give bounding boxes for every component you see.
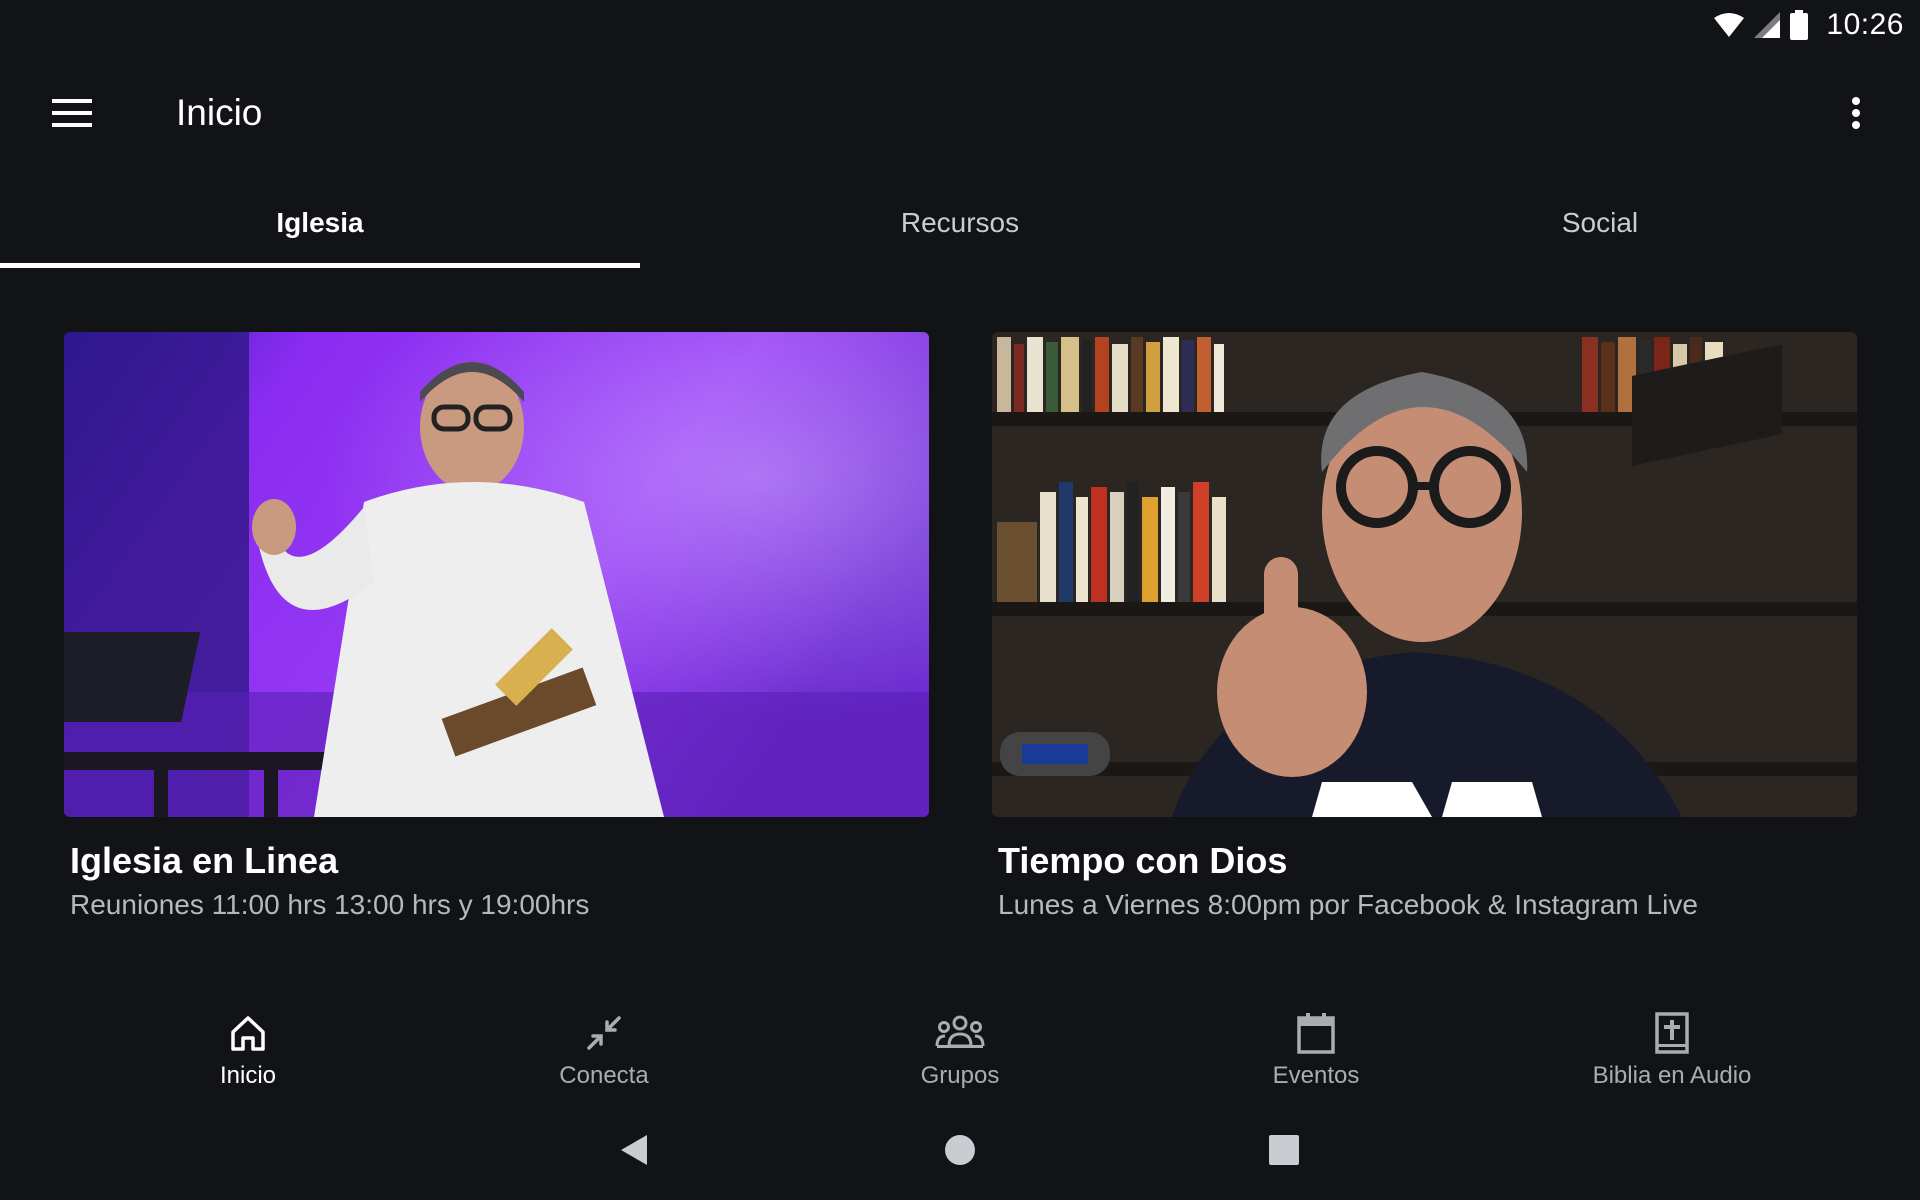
back-triangle-icon [621,1135,647,1165]
wifi-icon [1714,12,1745,38]
status-bar: 10:26 [0,0,1920,49]
cell-signal-icon [1754,12,1781,38]
card-tiempo-con-dios[interactable]: Tiempo con Dios Lunes a Viernes 8:00pm p… [992,332,1857,925]
nav-item-eventos[interactable]: Eventos [1138,990,1494,1100]
more-vertical-icon [1852,97,1860,129]
nav-item-biblia-en-audio[interactable]: Biblia en Audio [1494,990,1850,1100]
home-button[interactable] [938,1128,982,1172]
nav-label: Grupos [920,1062,1000,1089]
card-iglesia-en-linea[interactable]: Iglesia en Linea Reuniones 11:00 hrs 13:… [64,332,929,925]
collapse-arrows-icon [579,1008,629,1058]
content-area: Iglesia en Linea Reuniones 11:00 hrs 13:… [0,268,1920,988]
tab-iglesia[interactable]: Iglesia [0,177,640,268]
app-screen: 10:26 Inicio Iglesia Recursos Social Igl… [0,0,1920,1200]
system-navigation-bar [0,1100,1920,1200]
groups-icon [935,1008,985,1058]
menu-button[interactable] [40,89,104,137]
nav-item-conecta[interactable]: Conecta [426,990,782,1100]
home-icon [223,1008,273,1058]
recents-square-icon [1269,1135,1299,1165]
card-title: Tiempo con Dios [998,840,1288,881]
tab-recursos[interactable]: Recursos [640,177,1280,268]
tab-bar: Iglesia Recursos Social [0,177,1920,268]
card-thumbnail [992,332,1857,817]
nav-label: Eventos [1272,1062,1360,1089]
calendar-icon [1291,1008,1341,1058]
nav-item-inicio[interactable]: Inicio [70,990,426,1100]
card-subtitle: Lunes a Viernes 8:00pm por Facebook & In… [998,889,1698,920]
hamburger-menu-icon [52,99,92,127]
nav-label: Conecta [559,1062,649,1089]
page-title: Inicio [176,92,263,133]
status-clock: 10:26 [1826,8,1904,41]
battery-icon [1790,10,1809,40]
recents-button[interactable] [1262,1128,1306,1172]
card-thumbnail [64,332,929,817]
back-button[interactable] [612,1128,656,1172]
bottom-navigation: Inicio Conecta Grupos Eventos Biblia en … [0,990,1920,1100]
tab-social[interactable]: Social [1280,177,1920,268]
nav-label: Biblia en Audio [1592,1062,1752,1089]
nav-label: Inicio [219,1062,277,1089]
card-subtitle: Reuniones 11:00 hrs 13:00 hrs y 19:00hrs [70,889,590,920]
nav-item-grupos[interactable]: Grupos [782,990,1138,1100]
home-circle-icon [945,1135,975,1165]
app-bar: Inicio [0,49,1920,177]
bible-icon [1647,1008,1697,1058]
status-icons: 10:26 [1714,8,1904,42]
more-options-button[interactable] [1832,89,1880,137]
card-title: Iglesia en Linea [70,840,339,881]
